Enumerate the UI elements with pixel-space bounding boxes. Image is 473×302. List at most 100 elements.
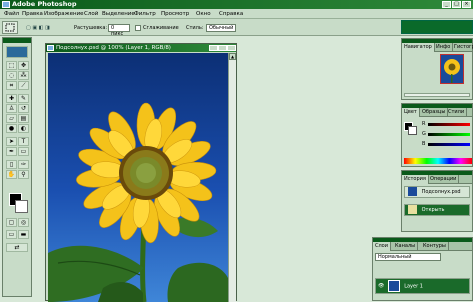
- document-icon: [47, 45, 54, 51]
- tab-histogram[interactable]: Гистограмма: [452, 43, 473, 52]
- palette-well[interactable]: [401, 20, 473, 34]
- channel-g-slider[interactable]: [428, 133, 470, 136]
- vertical-scrollbar[interactable]: ▲: [228, 53, 236, 302]
- antialias-checkbox[interactable]: [135, 25, 141, 31]
- doc-close-button[interactable]: [227, 45, 236, 51]
- tab-channels[interactable]: Каналы: [393, 242, 419, 251]
- jump-to-imageready-icon[interactable]: ⇄: [6, 243, 28, 252]
- feather-input[interactable]: 0 пикс: [108, 24, 130, 37]
- shape-tool-icon[interactable]: ▭: [18, 147, 29, 156]
- document-title: Подсолнух.psd @ 100% (Layer 1, RGB/8): [56, 45, 171, 51]
- type-tool-icon[interactable]: T: [18, 137, 29, 146]
- doc-minimize-button[interactable]: [209, 45, 218, 51]
- layers-tabs: Слои Каналы Контуры: [373, 242, 472, 251]
- sunflower-thumbnail: [444, 59, 460, 83]
- navigator-tabs: Навигатор Инфо Гистограмма: [402, 43, 473, 52]
- minimize-button[interactable]: _: [442, 1, 451, 8]
- lasso-tool-icon[interactable]: ◌: [6, 71, 17, 80]
- antialias-label: Сглаживание: [143, 25, 179, 31]
- menu-file[interactable]: Файл: [4, 10, 19, 18]
- eraser-tool-icon[interactable]: ▱: [6, 114, 17, 123]
- image-canvas[interactable]: [48, 53, 228, 302]
- layer-name: Layer 1: [404, 283, 423, 290]
- history-state-open[interactable]: Открыть: [404, 204, 470, 216]
- layer-thumbnail: [387, 280, 400, 292]
- menu-select[interactable]: Выделение: [102, 10, 135, 18]
- magic-wand-icon[interactable]: ⁂: [18, 71, 29, 80]
- standard-mode-icon[interactable]: ▢: [6, 218, 17, 227]
- menu-filter[interactable]: Фильтр: [134, 10, 156, 18]
- channel-b-slider[interactable]: [428, 143, 470, 146]
- layer-row[interactable]: 👁 Layer 1: [375, 278, 470, 294]
- gradient-tool-icon[interactable]: ▤: [18, 114, 29, 123]
- tab-info[interactable]: Инфо: [434, 43, 454, 52]
- quick-mask-icon[interactable]: ◎: [18, 218, 29, 227]
- tab-layers[interactable]: Слои: [373, 242, 391, 251]
- doc-maximize-button[interactable]: [218, 45, 227, 51]
- crop-tool-icon[interactable]: ⌗: [6, 81, 17, 90]
- menu-help[interactable]: Справка: [219, 10, 243, 18]
- navigator-thumbnail[interactable]: [440, 54, 464, 84]
- adobe-online-icon[interactable]: [6, 46, 28, 58]
- style-select[interactable]: Обычный: [206, 24, 236, 32]
- navigator-zoom-slider[interactable]: [404, 93, 470, 97]
- brush-tool-icon[interactable]: ✎: [18, 94, 29, 103]
- title-bar: Adobe Photoshop _ □ ×: [0, 0, 473, 9]
- blur-tool-icon[interactable]: ●: [6, 124, 17, 133]
- healing-brush-icon[interactable]: ✚: [6, 94, 17, 103]
- toolbox: ⬚ ✥ ◌ ⁂ ⌗ ⟋ ✚ ✎ ♙ ↺ ▱ ▤ ● ◐ ➤ T ✒ ▭ ▯ ✑ …: [2, 37, 32, 297]
- history-tabs: История Операции: [402, 175, 472, 184]
- tool-preset-picker[interactable]: [2, 21, 18, 34]
- tab-swatches[interactable]: Образцы: [420, 108, 449, 117]
- menu-view[interactable]: Просмотр: [161, 10, 189, 18]
- zoom-tool-icon[interactable]: ⚲: [18, 170, 29, 179]
- tab-styles[interactable]: Стили: [446, 108, 468, 117]
- clone-stamp-icon[interactable]: ♙: [6, 104, 17, 113]
- history-open-icon: [408, 205, 417, 214]
- color-spectrum-bar[interactable]: [404, 158, 472, 164]
- history-brush-icon[interactable]: ↺: [18, 104, 29, 113]
- history-snapshot-thumb: [408, 187, 417, 196]
- eyedropper-icon[interactable]: ✑: [18, 160, 29, 169]
- move-tool-icon[interactable]: ✥: [18, 61, 29, 70]
- slice-tool-icon[interactable]: ⟋: [18, 81, 29, 90]
- menu-bar: Файл Правка Изображение Слой Выделение Ф…: [0, 9, 473, 19]
- style-label: Стиль:: [186, 25, 204, 31]
- document-title-bar[interactable]: Подсолнух.psd @ 100% (Layer 1, RGB/8): [46, 44, 236, 52]
- pen-tool-icon[interactable]: ✒: [6, 147, 17, 156]
- tab-paths[interactable]: Контуры: [421, 242, 449, 251]
- tab-navigator[interactable]: Навигатор: [402, 43, 435, 52]
- blend-mode-select[interactable]: Нормальный: [375, 253, 441, 261]
- hand-tool-icon[interactable]: ✋: [6, 170, 17, 179]
- dodge-tool-icon[interactable]: ◐: [18, 124, 29, 133]
- eye-icon[interactable]: 👁: [378, 279, 384, 293]
- maximize-button[interactable]: □: [452, 1, 461, 8]
- photoshop-app-icon[interactable]: [2, 1, 10, 8]
- background-color-swatch[interactable]: [15, 200, 28, 213]
- marquee-tool-icon[interactable]: ⬚: [6, 61, 17, 70]
- tab-actions[interactable]: Операции: [428, 175, 460, 184]
- color-panel: Цвет Образцы Стили R G B: [401, 103, 473, 167]
- notes-tool-icon[interactable]: ▯: [6, 160, 17, 169]
- feather-label: Растушевка:: [74, 25, 108, 31]
- tab-history[interactable]: История: [402, 175, 429, 184]
- menu-window[interactable]: Окно: [196, 10, 211, 18]
- menu-edit[interactable]: Правка: [22, 10, 43, 18]
- menu-image[interactable]: Изображение: [44, 10, 84, 18]
- channel-r-slider[interactable]: [428, 123, 470, 126]
- screen-mode-full-icon[interactable]: ▬: [18, 230, 29, 239]
- scroll-up-icon[interactable]: ▲: [229, 53, 236, 60]
- menu-layer[interactable]: Слой: [84, 10, 98, 18]
- channel-g-label: G: [422, 131, 426, 137]
- layers-panel: Слои Каналы Контуры Нормальный 👁 Layer 1: [372, 237, 473, 301]
- history-snapshot[interactable]: Подсолнух.psd: [404, 186, 470, 198]
- toolbox-header[interactable]: [3, 38, 31, 43]
- path-selection-icon[interactable]: ➤: [6, 137, 17, 146]
- history-state-label: Открыть: [421, 207, 445, 213]
- selection-mode-icons[interactable]: ▢ ▣ ◧ ◨: [26, 24, 50, 32]
- color-bg-swatch[interactable]: [408, 126, 417, 135]
- document-window: Подсолнух.psd @ 100% (Layer 1, RGB/8) ▲: [45, 43, 237, 302]
- screen-mode-standard-icon[interactable]: ▭: [6, 230, 17, 239]
- tab-color[interactable]: Цвет: [402, 108, 420, 117]
- close-button[interactable]: ×: [462, 1, 471, 8]
